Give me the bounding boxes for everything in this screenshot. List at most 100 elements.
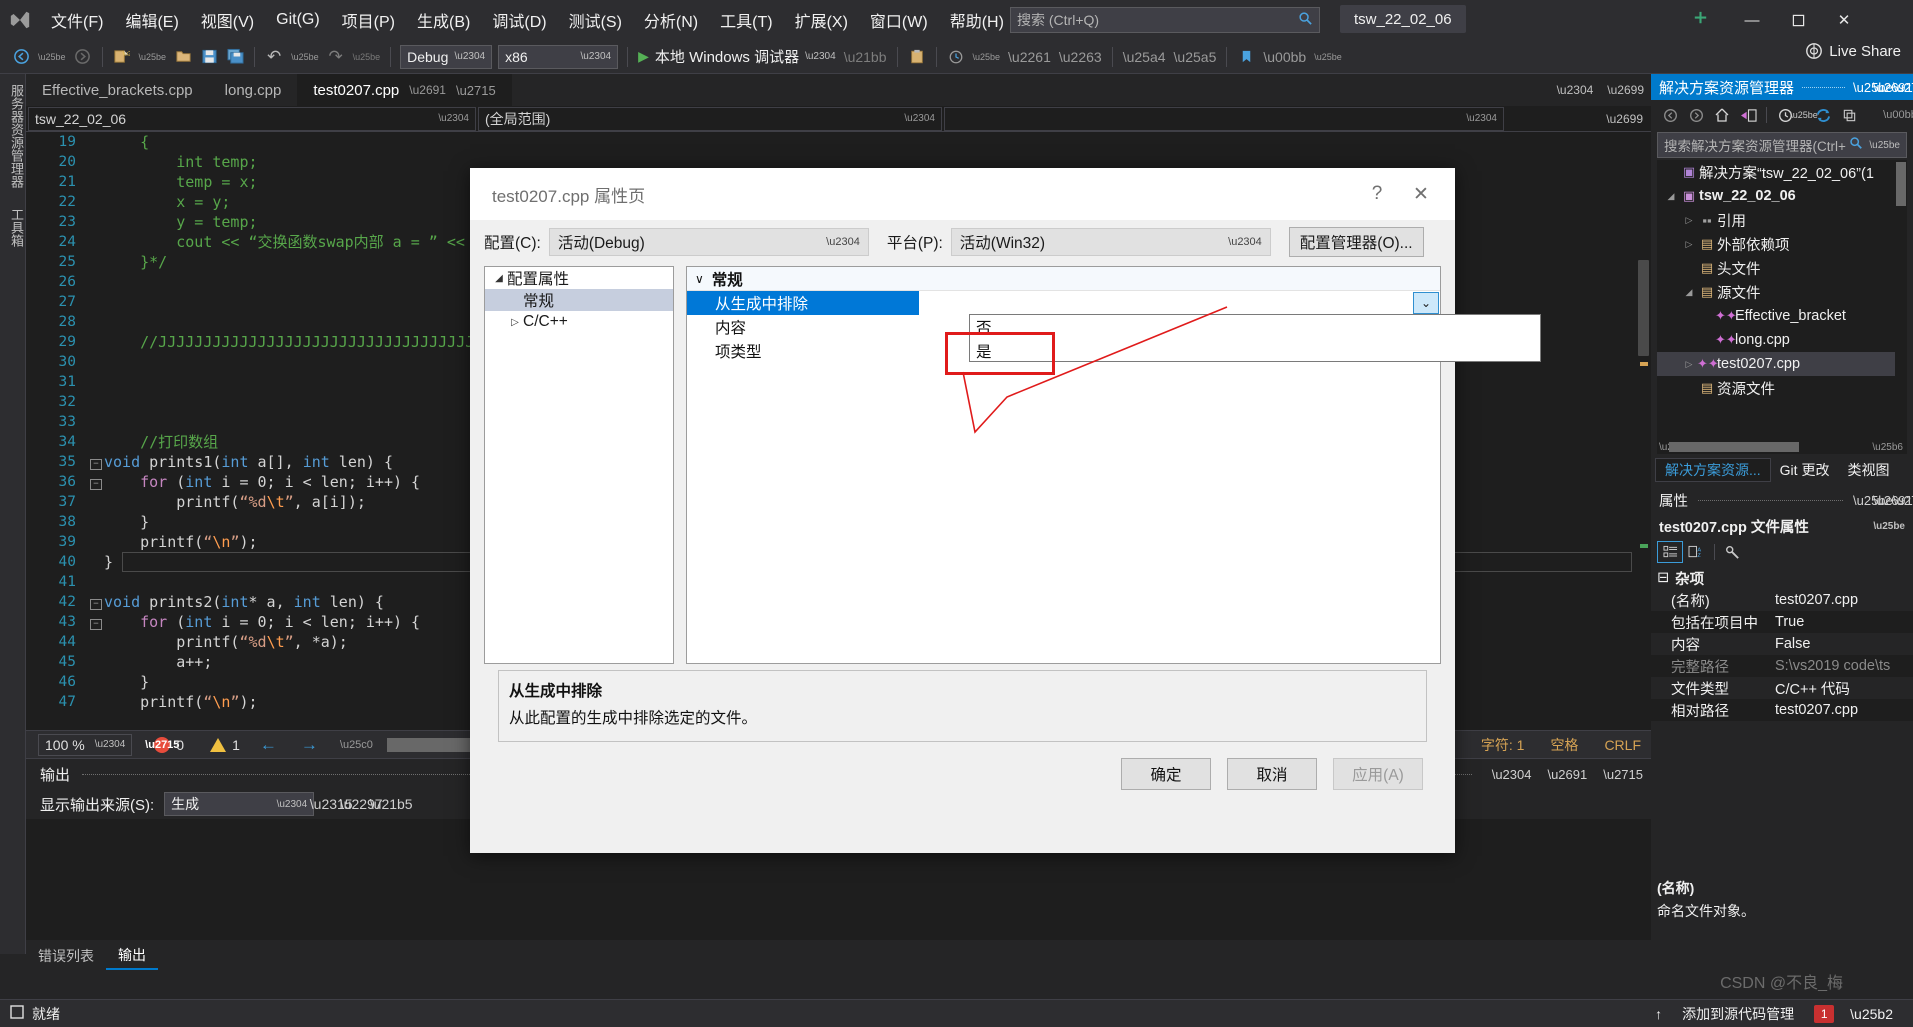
- tree-node[interactable]: ▷ ▪▪ 引用: [1657, 208, 1907, 232]
- clipboard-icon[interactable]: [905, 44, 929, 70]
- redo-icon[interactable]: ↷: [324, 44, 348, 70]
- ok-button[interactable]: 确定: [1121, 758, 1211, 790]
- tree-node[interactable]: ▤ 头文件: [1657, 256, 1907, 280]
- property-value[interactable]: test0207.cpp: [1769, 592, 1913, 608]
- property-row[interactable]: 文件类型 C/C++ 代码: [1651, 677, 1913, 699]
- scrollbar-thumb[interactable]: [1669, 442, 1799, 452]
- pin-icon[interactable]: \u2691: [1873, 80, 1913, 95]
- tab-solution-explorer[interactable]: 解决方案资源...: [1655, 458, 1771, 482]
- forward-icon[interactable]: [1683, 103, 1709, 127]
- property-row[interactable]: (名称) test0207.cpp: [1651, 589, 1913, 611]
- solution-tree[interactable]: ▣ 解决方案“tsw_22_02_06”(1 ◢ ▣ tsw_22_02_06 ▷ ▪▪ 引用…: [1657, 160, 1907, 440]
- project-scope-dropdown[interactable]: tsw_22_02_06 \u2304: [28, 106, 476, 131]
- expander-icon[interactable]: ▷: [1681, 215, 1697, 226]
- navbar-options-icon[interactable]: \u2699: [1606, 112, 1651, 126]
- error-count[interactable]: \u2715 0: [145, 736, 184, 753]
- tab-class-view[interactable]: 类视图: [1838, 458, 1898, 482]
- save-all-icon[interactable]: [223, 44, 247, 70]
- source-control-upload-icon[interactable]: ↑: [1645, 1006, 1672, 1022]
- warning-count[interactable]: 1: [210, 737, 240, 753]
- property-value[interactable]: test0207.cpp: [1769, 702, 1913, 718]
- chevron-down-icon[interactable]: \u25be: [1790, 103, 1818, 127]
- property-pages-dialog[interactable]: test0207.cpp 属性页 ? ✕ 配置(C): 活动(Debug) \u…: [470, 168, 1541, 853]
- collapse-all-icon[interactable]: [1836, 103, 1862, 127]
- property-row[interactable]: 相对路径 test0207.cpp: [1651, 699, 1913, 721]
- tab-git-changes[interactable]: Git 更改: [1771, 458, 1839, 482]
- config-combo[interactable]: 活动(Debug) \u2304: [548, 228, 869, 256]
- close-button[interactable]: ✕: [1821, 0, 1867, 40]
- chevron-down-icon[interactable]: \u25be: [1869, 140, 1900, 151]
- configuration-manager-button[interactable]: 配置管理器(O)...: [1288, 227, 1424, 257]
- toolbar-overflow-icon[interactable]: \u00bb: [1260, 44, 1309, 70]
- chevron-down-icon[interactable]: \u2304: [1550, 83, 1601, 97]
- tab-error-list[interactable]: 错误列表: [26, 942, 106, 970]
- tree-node[interactable]: ◢ ▤ 源文件: [1657, 280, 1907, 304]
- chevron-down-icon[interactable]: \u25be: [1853, 493, 1893, 508]
- scroll-left-icon[interactable]: \u25c0: [340, 739, 373, 751]
- solution-tree-scrollbar[interactable]: [1895, 160, 1907, 440]
- symbol-scope-dropdown[interactable]: \u2304: [944, 106, 1504, 131]
- menu-debug[interactable]: 调试(D): [481, 0, 557, 40]
- back-icon[interactable]: [1657, 103, 1683, 127]
- tab-effective-brackets[interactable]: Effective_brackets.cpp: [26, 74, 209, 106]
- uncomment-icon[interactable]: \u25a5: [1171, 44, 1220, 70]
- alphabetical-icon[interactable]: AZ: [1683, 541, 1709, 563]
- chevron-down-icon[interactable]: \u2304: [1484, 767, 1540, 782]
- menu-file[interactable]: 文件(F): [40, 0, 114, 40]
- dialog-tree-node[interactable]: ◢ 配置属性: [485, 267, 673, 289]
- back-dropdown-icon[interactable]: \u25be: [35, 44, 69, 70]
- menu-extensions[interactable]: 扩展(X): [784, 0, 859, 40]
- outdent-icon[interactable]: \u2263: [1056, 44, 1105, 70]
- categorized-icon[interactable]: [1657, 541, 1683, 563]
- menu-view[interactable]: 视图(V): [190, 0, 265, 40]
- scrollbar-thumb[interactable]: [1896, 162, 1906, 206]
- menu-tools[interactable]: 工具(T): [709, 0, 783, 40]
- solution-explorer-search[interactable]: 搜索解决方案资源管理器(Ctrl+ \u25be: [1657, 132, 1907, 158]
- search-icon[interactable]: [1849, 136, 1863, 155]
- menu-analyze[interactable]: 分析(N): [633, 0, 709, 40]
- attach-icon[interactable]: \u21bb: [841, 44, 890, 70]
- chevron-down-icon[interactable]: \u2304: [805, 51, 836, 62]
- chevron-down-icon[interactable]: ∨: [695, 272, 704, 286]
- tree-node[interactable]: ✦✦ long.cpp: [1657, 328, 1907, 352]
- open-file-icon[interactable]: [171, 44, 195, 70]
- expander-icon[interactable]: ◢: [1681, 287, 1697, 298]
- undo-icon[interactable]: ↶: [262, 44, 286, 70]
- expander-icon[interactable]: ▷: [1681, 359, 1697, 370]
- help-icon[interactable]: ?: [1355, 174, 1399, 214]
- navigate-forward-icon[interactable]: [71, 44, 95, 70]
- indent-icon[interactable]: \u2261: [1005, 44, 1054, 70]
- refresh-icon[interactable]: [1810, 103, 1836, 127]
- minimize-button[interactable]: —: [1729, 0, 1775, 40]
- rail-toolbox[interactable]: 工具箱: [0, 198, 26, 257]
- zoom-control[interactable]: 100 % \u2304: [38, 733, 133, 756]
- quick-launch-search[interactable]: 搜索 (Ctrl+Q): [1010, 7, 1320, 33]
- scrollbar-thumb[interactable]: [1638, 260, 1649, 356]
- platform-combo[interactable]: 活动(Win32) \u2304: [950, 228, 1271, 256]
- property-row[interactable]: 内容 False: [1651, 633, 1913, 655]
- menu-help[interactable]: 帮助(H): [939, 0, 1015, 40]
- save-icon[interactable]: [197, 44, 221, 70]
- drag-handle[interactable]: [1802, 86, 1845, 88]
- search-icon[interactable]: [1298, 11, 1313, 29]
- fold-toggle-icon[interactable]: −: [88, 452, 104, 472]
- close-icon[interactable]: ✕: [1399, 174, 1443, 214]
- tree-node[interactable]: ▣ 解决方案“tsw_22_02_06”(1: [1657, 160, 1907, 184]
- pin-icon[interactable]: \u2691: [1539, 767, 1595, 782]
- close-icon[interactable]: \u2715: [1893, 493, 1913, 508]
- fold-toggle-icon[interactable]: −: [88, 592, 104, 612]
- property-pages-icon[interactable]: [1720, 541, 1746, 563]
- solution-tree-hscrollbar[interactable]: \u25c0 \u25b6: [1657, 440, 1907, 454]
- editor-vertical-scrollbar[interactable]: [1635, 132, 1651, 730]
- output-source-combo[interactable]: 生成 \u2304: [164, 792, 315, 816]
- toggle-wordwrap-icon[interactable]: \u21b5: [370, 792, 413, 816]
- tab-output[interactable]: 输出: [106, 942, 158, 970]
- fold-toggle-icon[interactable]: −: [88, 612, 104, 632]
- solution-name-chip[interactable]: tsw_22_02_06: [1340, 5, 1466, 33]
- solution-platform-combo[interactable]: x86 \u2304: [498, 44, 619, 69]
- undo-dropdown-icon[interactable]: \u25be: [288, 44, 322, 70]
- live-share-button[interactable]: Live Share: [1805, 42, 1901, 60]
- solution-configuration-combo[interactable]: Debug \u2304: [400, 44, 493, 69]
- property-value[interactable]: False: [1769, 636, 1913, 652]
- maximize-button[interactable]: [1775, 0, 1821, 40]
